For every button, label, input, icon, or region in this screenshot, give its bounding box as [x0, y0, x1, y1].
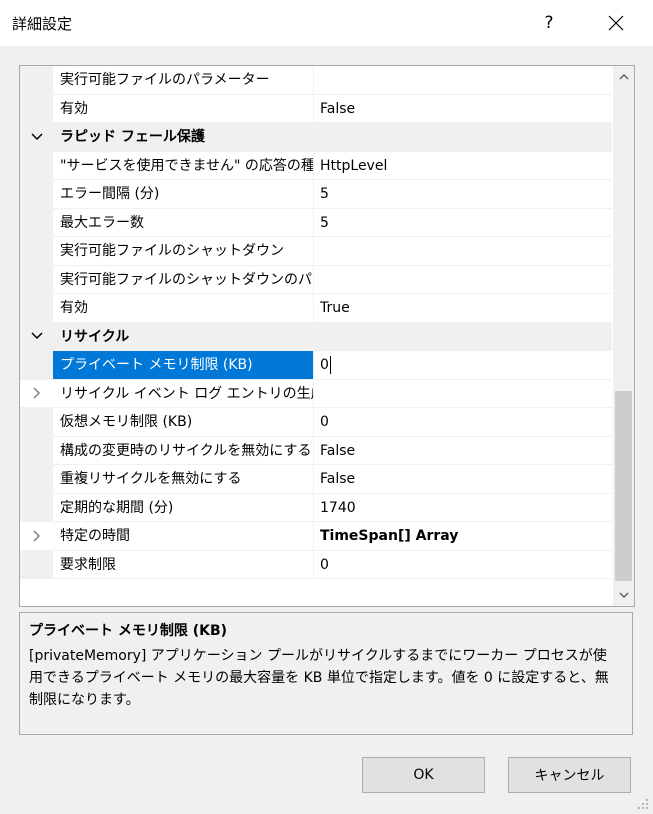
property-value[interactable]: HttpLevel	[314, 152, 612, 180]
property-name: 有効	[53, 294, 314, 322]
close-icon	[608, 15, 624, 31]
category-label: リサイクル	[60, 328, 130, 345]
property-value[interactable]: 0	[314, 408, 612, 436]
cancel-button[interactable]: キャンセル	[508, 757, 631, 793]
scroll-down-button[interactable]	[613, 585, 634, 606]
description-body: [privateMemory] アプリケーション プールがリサイクルするまでにワ…	[29, 648, 609, 708]
property-value[interactable]	[314, 66, 612, 94]
chevron-right-icon	[32, 530, 40, 542]
property-name: 最大エラー数	[53, 208, 314, 236]
property-name: 仮想メモリ制限 (KB)	[53, 408, 314, 436]
property-value[interactable]: 1740	[314, 494, 612, 522]
property-row[interactable]: 重複リサイクルを無効にする False	[20, 465, 612, 494]
property-name: リサイクル イベント ログ エントリの生成	[53, 379, 314, 407]
property-value[interactable]: 0	[314, 551, 612, 579]
property-row[interactable]: リサイクル イベント ログ エントリの生成	[20, 379, 612, 408]
property-value-text: 0	[320, 357, 329, 373]
property-row[interactable]: 定期的な期間 (分) 1740	[20, 493, 612, 522]
property-value[interactable]: False	[314, 95, 612, 123]
property-row[interactable]: 実行可能ファイルのパラメーター	[20, 66, 612, 95]
vertical-scrollbar[interactable]	[613, 66, 634, 606]
text-caret	[329, 356, 331, 374]
property-value[interactable]: True	[314, 294, 612, 322]
property-row[interactable]: 有効 False	[20, 94, 612, 123]
property-name: 定期的な期間 (分)	[53, 493, 314, 521]
property-value-editor[interactable]: 0	[314, 351, 612, 379]
close-button[interactable]	[593, 0, 639, 46]
chevron-down-icon	[30, 332, 43, 340]
chevron-up-icon	[618, 73, 629, 80]
property-row[interactable]: "サービスを使用できません" の応答の種類 HttpLevel	[20, 151, 612, 180]
property-name: プライベート メモリ制限 (KB)	[53, 351, 314, 379]
resize-grip-icon[interactable]	[637, 798, 649, 810]
property-value[interactable]	[314, 266, 612, 294]
property-value[interactable]	[314, 237, 612, 265]
scroll-thumb[interactable]	[615, 391, 632, 581]
property-value[interactable]	[314, 380, 612, 408]
property-row[interactable]: 特定の時間 TimeSpan[] Array	[20, 522, 612, 551]
property-value[interactable]: False	[314, 437, 612, 465]
window-title: 詳細設定	[12, 15, 73, 33]
property-name: エラー間隔 (分)	[53, 180, 314, 208]
property-name: 要求制限	[53, 550, 314, 578]
property-grid: 実行可能ファイルのパラメーター 有効 False ラピッド フェール保護 "サー…	[19, 65, 635, 607]
property-value[interactable]: 5	[314, 180, 612, 208]
expand-toggle[interactable]	[20, 380, 53, 408]
property-row[interactable]: 実行可能ファイルのシャットダウン	[20, 237, 612, 266]
property-name: 特定の時間	[53, 522, 314, 550]
description-title: プライベート メモリ制限 (KB)	[29, 623, 228, 639]
property-row[interactable]: 実行可能ファイルのシャットダウンのパラメーター	[20, 265, 612, 294]
description-panel: プライベート メモリ制限 (KB) [privateMemory] アプリケーシ…	[19, 612, 633, 735]
ok-button[interactable]: OK	[362, 757, 485, 793]
property-row-selected[interactable]: プライベート メモリ制限 (KB) 0	[20, 351, 612, 380]
property-row[interactable]: 仮想メモリ制限 (KB) 0	[20, 408, 612, 437]
property-name: 重複リサイクルを無効にする	[53, 465, 314, 493]
property-grid-rows: 実行可能ファイルのパラメーター 有効 False ラピッド フェール保護 "サー…	[20, 66, 612, 579]
property-name: 構成の変更時のリサイクルを無効にする	[53, 436, 314, 464]
property-row[interactable]: 有効 True	[20, 294, 612, 323]
category-label: ラピッド フェール保護	[60, 129, 205, 145]
property-name: "サービスを使用できません" の応答の種類	[53, 151, 314, 179]
chevron-down-icon	[618, 592, 629, 599]
expand-toggle[interactable]	[20, 522, 53, 550]
property-name: 実行可能ファイルのシャットダウンのパラメーター	[53, 265, 314, 293]
property-row[interactable]: エラー間隔 (分) 5	[20, 180, 612, 209]
category-rapid-fail[interactable]: ラピッド フェール保護	[20, 123, 612, 152]
property-row[interactable]: 最大エラー数 5	[20, 208, 612, 237]
help-button[interactable]: ?	[526, 0, 572, 46]
property-value[interactable]: False	[314, 465, 612, 493]
chevron-right-icon	[32, 387, 40, 399]
collapse-toggle[interactable]	[20, 123, 53, 151]
title-bar: 詳細設定 ?	[0, 0, 653, 46]
property-name: 有効	[53, 94, 314, 122]
scroll-up-button[interactable]	[613, 66, 634, 87]
property-value[interactable]: 5	[314, 209, 612, 237]
property-row[interactable]: 構成の変更時のリサイクルを無効にする False	[20, 436, 612, 465]
category-recycling[interactable]: リサイクル	[20, 322, 612, 351]
property-name: 実行可能ファイルのシャットダウン	[53, 237, 314, 265]
property-name: 実行可能ファイルのパラメーター	[53, 66, 314, 94]
property-row[interactable]: 要求制限 0	[20, 550, 612, 579]
property-value[interactable]: TimeSpan[] Array	[314, 522, 612, 550]
collapse-toggle[interactable]	[20, 323, 53, 351]
chevron-down-icon	[30, 133, 43, 140]
